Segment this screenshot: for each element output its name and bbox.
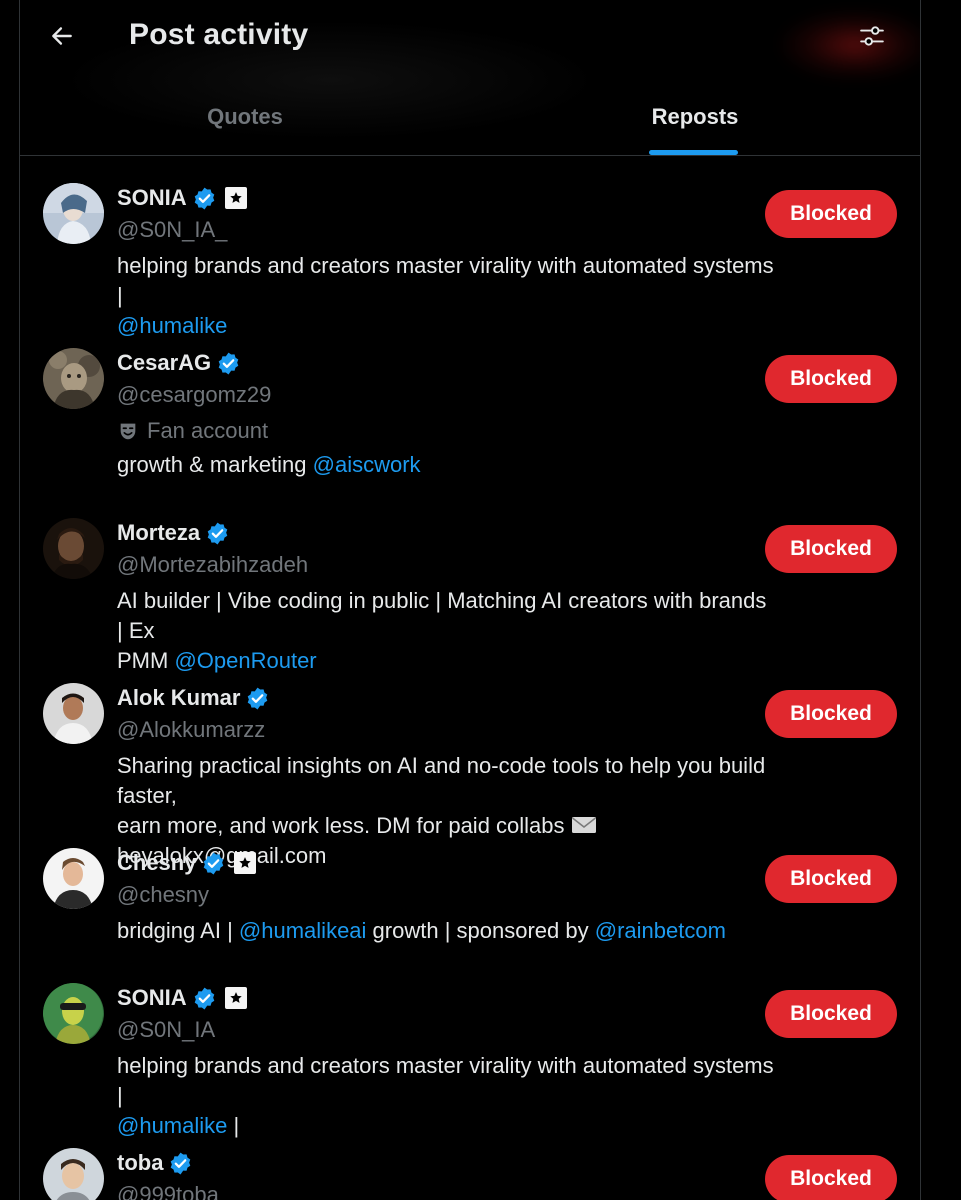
arrow-left-icon	[52, 27, 72, 45]
tab-reposts[interactable]: Reposts	[470, 84, 920, 156]
list-item[interactable]: toba @999toba Blocked	[20, 1122, 920, 1200]
avatar[interactable]	[43, 518, 104, 579]
list-item[interactable]: Morteza @Mortezabihzadeh AI builder | Vi…	[20, 492, 920, 673]
verified-badge-icon	[201, 851, 226, 876]
theater-mask-icon	[120, 423, 136, 440]
back-button[interactable]	[44, 18, 80, 54]
display-name[interactable]: Morteza	[117, 520, 200, 546]
display-name[interactable]: Alok Kumar	[117, 685, 240, 711]
avatar[interactable]	[43, 683, 104, 744]
blocked-button[interactable]: Blocked	[765, 990, 897, 1038]
verified-badge-icon	[192, 986, 217, 1011]
avatar[interactable]	[43, 348, 104, 409]
reposts-list: SONIA @S0N_IA_ helping brands and creato…	[20, 157, 920, 1200]
user-handle: @Mortezabihzadeh	[117, 552, 309, 577]
app-frame: Post activity Quotes Reposts SONIA @S0N_…	[19, 0, 921, 1200]
header: Post activity Quotes Reposts	[20, 0, 920, 156]
verified-badge-icon	[245, 686, 270, 711]
list-item[interactable]: CesarAG @cesargomz29 Fan account growth	[20, 322, 920, 492]
user-bio: growth & marketing @aiscwork	[117, 452, 421, 477]
blocked-button[interactable]: Blocked	[765, 525, 897, 573]
blocked-button[interactable]: Blocked	[765, 190, 897, 238]
blocked-button[interactable]: Blocked	[765, 690, 897, 738]
user-handle: @S0N_IA_	[117, 217, 228, 242]
verified-badge-icon	[205, 521, 230, 546]
active-tab-indicator	[649, 150, 738, 155]
display-name[interactable]: toba	[117, 1150, 163, 1176]
affiliate-badge-icon	[234, 852, 257, 874]
filter-button[interactable]	[854, 18, 890, 54]
display-name[interactable]: CesarAG	[117, 350, 211, 376]
list-item[interactable]: Alok Kumar @Alokkumarzz Sharing practica…	[20, 657, 920, 868]
user-info: toba @999toba	[117, 1148, 777, 1200]
avatar[interactable]	[43, 848, 104, 909]
affiliate-badge-icon	[224, 187, 247, 209]
mention-link[interactable]: @aiscwork	[313, 452, 421, 477]
mention-link[interactable]: @humalikeai	[239, 918, 367, 943]
verified-badge-icon	[168, 1151, 193, 1176]
list-item[interactable]: SONIA @S0N_IA helping brands and creator…	[20, 957, 920, 1138]
verified-badge-icon	[192, 186, 217, 211]
display-name[interactable]: Chesny	[117, 850, 196, 876]
user-handle: @chesny	[117, 882, 210, 907]
user-info: SONIA @S0N_IA_ helping brands and creato…	[117, 183, 777, 341]
affiliate-badge-icon	[224, 987, 247, 1009]
page-title: Post activity	[129, 18, 309, 51]
user-info: Chesny @chesny bridging AI | @humalikeai…	[117, 848, 777, 946]
user-info: CesarAG @cesargomz29 Fan account growth	[117, 348, 777, 480]
avatar[interactable]	[43, 983, 104, 1044]
display-name[interactable]: SONIA	[117, 985, 187, 1011]
user-bio: bridging AI | @humalikeai growth | spons…	[117, 918, 726, 943]
tab-quotes[interactable]: Quotes	[20, 84, 470, 156]
blocked-button[interactable]: Blocked	[765, 355, 897, 403]
verified-badge-icon	[216, 351, 241, 376]
tab-label: Reposts	[651, 104, 739, 129]
account-label: Fan account	[117, 416, 777, 446]
blocked-button[interactable]: Blocked	[765, 1155, 897, 1200]
sliders-icon	[860, 26, 884, 46]
tab-label: Quotes	[207, 104, 283, 129]
user-info: SONIA @S0N_IA helping brands and creator…	[117, 983, 777, 1141]
user-handle: @cesargomz29	[117, 382, 272, 407]
display-name[interactable]: SONIA	[117, 185, 187, 211]
user-handle: @Alokkumarzz	[117, 717, 266, 742]
user-handle: @999toba	[117, 1182, 219, 1200]
user-handle: @S0N_IA	[117, 1017, 216, 1042]
avatar[interactable]	[43, 183, 104, 244]
user-info: Morteza @Mortezabihzadeh AI builder | Vi…	[117, 518, 777, 676]
blocked-button[interactable]: Blocked	[765, 855, 897, 903]
mention-link[interactable]: @rainbetcom	[595, 918, 726, 943]
list-item[interactable]: SONIA @S0N_IA_ helping brands and creato…	[20, 157, 920, 338]
list-item[interactable]: Chesny @chesny bridging AI | @humalikeai…	[20, 822, 920, 957]
avatar[interactable]	[43, 1148, 104, 1200]
